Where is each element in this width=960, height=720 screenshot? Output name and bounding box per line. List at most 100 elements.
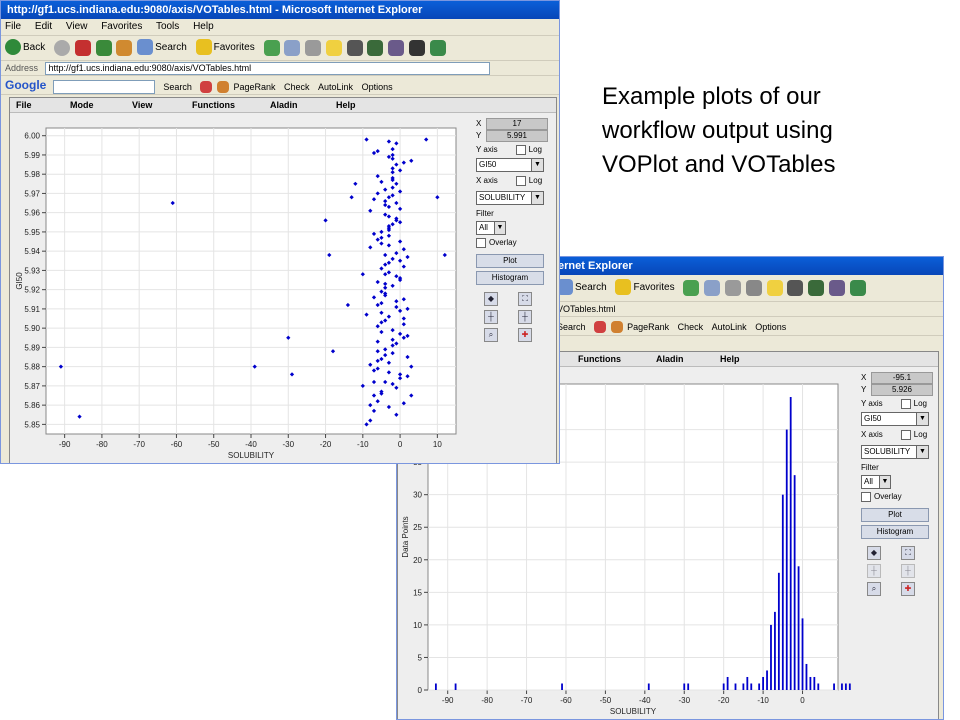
zoom-icon[interactable]: ⌕: [867, 582, 881, 596]
plot-button[interactable]: Plot: [476, 254, 544, 268]
fit-icon[interactable]: ⛶: [901, 546, 915, 560]
menu-edit[interactable]: Edit: [35, 21, 52, 32]
menu-functions[interactable]: Functions: [192, 98, 235, 112]
stop-icon[interactable]: [74, 40, 91, 56]
x-axis-select[interactable]: SOLUBILITY ▼: [861, 445, 929, 459]
msn-icon[interactable]: [429, 40, 446, 56]
research-icon[interactable]: [808, 280, 825, 296]
folder-icon[interactable]: [325, 40, 342, 56]
filter-select[interactable]: All ▼: [861, 475, 891, 489]
reset-icon[interactable]: ◆: [484, 292, 498, 306]
crop-icon[interactable]: ┼: [867, 564, 881, 578]
select-icon[interactable]: ┼: [901, 564, 915, 578]
histogram-bar: [722, 683, 725, 690]
window-title-bar[interactable]: http://gf1.ucs.indiana.edu:9080/axis/VOT…: [1, 1, 559, 19]
address-input[interactable]: http://gf1.ucs.indiana.edu:9080/axis/VOT…: [44, 62, 490, 75]
autolink-button[interactable]: AutoLink: [712, 318, 747, 335]
overlay-checkbox[interactable]: [861, 492, 871, 502]
fit-icon[interactable]: ⛶: [518, 292, 532, 306]
filter-select[interactable]: All ▼: [476, 221, 506, 235]
histogram-button[interactable]: Histogram: [861, 525, 929, 539]
menu-view[interactable]: View: [66, 21, 88, 32]
tools-icon[interactable]: [828, 280, 845, 296]
menu-functions[interactable]: Functions: [578, 352, 621, 366]
x-log-checkbox[interactable]: [900, 430, 911, 440]
google-search-button[interactable]: Search: [163, 78, 192, 94]
x-log-toggle[interactable]: Log: [515, 176, 542, 186]
mail-icon[interactable]: [284, 40, 301, 56]
y-axis-title: Data Points: [401, 516, 410, 557]
options-button[interactable]: Options: [362, 78, 393, 94]
menu-mode[interactable]: Mode: [70, 98, 94, 112]
favorites-button[interactable]: Favorites: [615, 275, 675, 301]
delete-icon[interactable]: ✚: [901, 582, 915, 596]
x-log-toggle[interactable]: Log: [900, 430, 927, 440]
spellcheck-button[interactable]: Check: [284, 78, 310, 94]
folder-icon[interactable]: [766, 280, 783, 296]
histogram-button[interactable]: Histogram: [476, 271, 544, 285]
overlay-checkbox[interactable]: [476, 238, 486, 248]
google-search-button[interactable]: Search: [557, 318, 586, 335]
x-axis-select[interactable]: SOLUBILITY ▼: [476, 191, 544, 205]
delete-icon[interactable]: ✚: [518, 328, 532, 342]
messenger-icon[interactable]: [346, 40, 363, 56]
zoom-icon[interactable]: ⌕: [484, 328, 498, 342]
search-button[interactable]: Search: [557, 275, 607, 301]
home-icon[interactable]: [116, 40, 133, 56]
highlight-icon[interactable]: [594, 320, 607, 333]
print-icon[interactable]: [724, 280, 741, 296]
highlight-icon[interactable]: [200, 80, 213, 93]
edit-icon[interactable]: [745, 280, 762, 296]
select-icon[interactable]: ┼: [518, 310, 532, 324]
plot-button[interactable]: Plot: [861, 508, 929, 522]
crop-icon[interactable]: ┼: [484, 310, 498, 324]
scatter-plot[interactable]: -90 -80 -70 -60 -50 -40 -30 -20 -10 0 10 5.85 5.86 5.…: [10, 114, 468, 462]
menu-file[interactable]: File: [5, 21, 21, 32]
search-button[interactable]: Search: [137, 36, 187, 60]
msn-icon[interactable]: [849, 280, 866, 296]
pagerank-indicator[interactable]: PageRank: [233, 78, 275, 94]
popup-blocker-icon[interactable]: [216, 80, 229, 93]
pagerank-indicator[interactable]: PageRank: [627, 318, 669, 335]
menu-help[interactable]: Help: [720, 352, 740, 366]
options-button[interactable]: Options: [755, 318, 786, 335]
google-search-input[interactable]: [52, 79, 155, 94]
y-tick-label: 5.97: [24, 189, 40, 198]
y-log-toggle[interactable]: Log: [900, 399, 927, 409]
x-axis-title: SOLUBILITY: [228, 451, 275, 460]
address-value[interactable]: VOTables.html: [557, 304, 616, 314]
mail-icon[interactable]: [704, 280, 721, 296]
autolink-button[interactable]: AutoLink: [318, 78, 353, 94]
back-button[interactable]: Back: [5, 36, 45, 60]
tools-icon[interactable]: [388, 40, 405, 56]
forward-arrow-icon[interactable]: [54, 40, 71, 56]
menu-help[interactable]: Help: [336, 98, 356, 112]
y-axis-select[interactable]: GI50 ▼: [861, 412, 929, 426]
spellcheck-button[interactable]: Check: [678, 318, 704, 335]
x-log-checkbox[interactable]: [515, 176, 526, 186]
menu-aladin[interactable]: Aladin: [270, 98, 298, 112]
histogram-bar: [561, 683, 563, 690]
print-icon[interactable]: [305, 40, 322, 56]
y-log-checkbox[interactable]: [900, 399, 911, 409]
history-icon[interactable]: [683, 280, 700, 296]
favorites-button[interactable]: Favorites: [195, 36, 255, 60]
y-log-toggle[interactable]: Log: [515, 145, 542, 155]
person-icon[interactable]: [408, 40, 425, 56]
overlay-toggle[interactable]: Overlay: [476, 238, 517, 248]
menu-view[interactable]: View: [132, 98, 152, 112]
messenger-icon[interactable]: [787, 280, 804, 296]
research-icon[interactable]: [367, 40, 384, 56]
refresh-icon[interactable]: [95, 40, 112, 56]
history-icon[interactable]: [263, 40, 280, 56]
overlay-toggle[interactable]: Overlay: [861, 492, 902, 502]
menu-help[interactable]: Help: [193, 21, 214, 32]
menu-tools[interactable]: Tools: [156, 21, 179, 32]
menu-file[interactable]: File: [16, 98, 32, 112]
popup-blocker-icon[interactable]: [610, 320, 623, 333]
reset-icon[interactable]: ◆: [867, 546, 881, 560]
menu-favorites[interactable]: Favorites: [101, 21, 142, 32]
y-axis-select[interactable]: GI50 ▼: [476, 158, 544, 172]
y-log-checkbox[interactable]: [515, 145, 526, 155]
menu-aladin[interactable]: Aladin: [656, 352, 684, 366]
